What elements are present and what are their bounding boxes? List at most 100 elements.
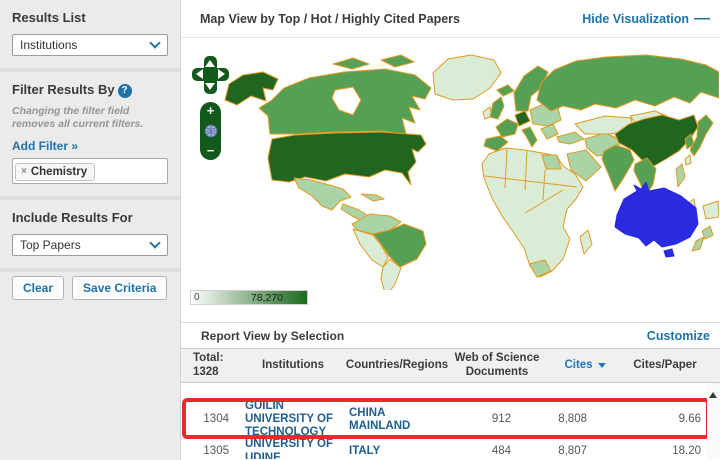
country-madagascar <box>580 230 592 254</box>
map-header: Map View by Top / Hot / Highly Cited Pap… <box>181 0 720 38</box>
collapse-icon[interactable]: — <box>694 10 710 27</box>
country-australia-selected <box>615 182 698 247</box>
globe-icon[interactable] <box>204 124 218 138</box>
table-row-partial[interactable]: UNIVERSITY <box>181 383 720 400</box>
results-list-value: Institutions <box>20 38 77 52</box>
cites-cell: 8,808 <box>547 400 623 440</box>
pan-left-icon[interactable] <box>196 69 203 79</box>
table-row-1304[interactable]: 1304 GUILIN UNIVERSITY OF TECHNOLOGY CHI… <box>181 400 720 438</box>
filter-heading: Filter Results By? <box>12 82 168 98</box>
country-turkey <box>557 132 584 144</box>
institution-link[interactable]: UNIVERSITY <box>239 383 347 400</box>
clear-button[interactable]: Clear <box>12 276 64 300</box>
results-list-section: Results List Institutions <box>0 0 180 68</box>
country-usa-alaska <box>225 72 278 105</box>
zoom-out-button[interactable]: − <box>207 145 215 157</box>
country-uk <box>490 97 504 119</box>
cites-cell: 8,807 <box>547 438 623 459</box>
customize-link[interactable]: Customize <box>647 329 710 343</box>
country-philippines <box>676 164 685 187</box>
country-france <box>496 119 518 137</box>
map-title: Map View by Top / Hot / Highly Cited Pap… <box>200 12 460 26</box>
include-results-dropdown[interactable]: Top Papers <box>12 234 168 256</box>
country-italy <box>522 127 537 147</box>
include-results-heading: Include Results For <box>12 210 168 225</box>
filter-section: Filter Results By? Changing the filter f… <box>0 72 180 196</box>
legend-max-label: 78,270 <box>251 292 283 304</box>
institution-link[interactable]: GUILIN UNIVERSITY OF TECHNOLOGY <box>239 400 347 440</box>
include-results-value: Top Papers <box>20 238 81 252</box>
sort-desc-icon[interactable] <box>598 363 606 368</box>
pan-right-icon[interactable] <box>218 69 225 79</box>
arctic-island <box>381 55 414 67</box>
chip-label: Chemistry <box>31 166 87 178</box>
results-table-body: UNIVERSITY 1304 GUILIN UNIVERSITY OF TEC… <box>181 383 720 459</box>
country-india <box>602 145 634 191</box>
include-results-section: Include Results For Top Papers <box>0 200 180 268</box>
report-title: Report View by Selection <box>201 329 344 343</box>
filter-sidebar: Results List Institutions Filter Results… <box>0 0 181 460</box>
cites-per-paper-cell: 18.20 <box>623 438 707 459</box>
col-cites-paper: Cites/Paper <box>623 349 707 382</box>
map-visualization: + − <box>181 38 720 322</box>
map-zoom-control[interactable]: + − <box>200 102 221 160</box>
pan-down-icon[interactable] <box>205 83 215 90</box>
results-list-dropdown[interactable]: Institutions <box>12 34 168 56</box>
report-header: Report View by Selection Customize <box>181 322 720 348</box>
documents-cell: 912 <box>447 400 547 440</box>
country-taiwan <box>685 155 691 165</box>
total-value: 1328 <box>193 366 219 379</box>
main-panel: Map View by Top / Hot / Highly Cited Pap… <box>181 0 720 460</box>
country-link[interactable]: ITALY <box>347 438 447 459</box>
country-greenland <box>433 55 501 100</box>
chevron-down-icon <box>149 37 160 48</box>
country-iceland <box>497 85 514 96</box>
legend-min-label: 0 <box>194 292 200 303</box>
add-filter-link[interactable]: Add Filter » <box>12 139 78 153</box>
filter-chips-box[interactable]: × Chemistry <box>12 158 168 184</box>
tasmania <box>664 249 674 257</box>
new-guinea <box>703 201 719 219</box>
documents-cell: 484 <box>447 438 547 459</box>
filter-chip-chemistry[interactable]: × Chemistry <box>15 163 95 181</box>
results-table-header: Total: 1328 Institutions Countries/Regio… <box>181 348 720 383</box>
rank-cell: 1304 <box>181 400 239 440</box>
col-cites-sort[interactable]: Cites <box>547 349 623 382</box>
filter-heading-label: Filter Results By <box>12 82 115 97</box>
page: Results List Institutions Filter Results… <box>0 0 720 460</box>
balkans <box>541 124 558 139</box>
cites-per-paper-cell: 9.66 <box>623 400 707 440</box>
africa <box>482 148 583 277</box>
criteria-buttons: Clear Save Criteria <box>0 272 180 312</box>
arctic-island <box>333 58 369 69</box>
scroll-up-icon[interactable] <box>709 392 717 398</box>
total-header: Total: 1328 <box>181 349 239 382</box>
total-label: Total: <box>193 352 223 365</box>
filter-note: Changing the filter field removes all cu… <box>12 105 168 131</box>
caribbean <box>361 194 384 201</box>
institution-link[interactable]: UNIVERSITY OF UDINE <box>239 438 347 459</box>
col-institutions: Institutions <box>239 349 347 382</box>
country-link[interactable]: CHINA MAINLAND <box>347 400 447 440</box>
results-list-heading: Results List <box>12 10 168 25</box>
world-map[interactable] <box>185 38 719 290</box>
country-russia <box>537 55 719 111</box>
col-countries: Countries/Regions <box>347 349 447 382</box>
table-row-1305[interactable]: 1305 UNIVERSITY OF UDINE ITALY 484 8,807… <box>181 438 720 459</box>
pan-up-icon[interactable] <box>205 60 215 67</box>
help-icon[interactable]: ? <box>118 84 132 98</box>
hide-visualization-link[interactable]: Hide Visualization <box>582 12 689 26</box>
rank-cell: 1305 <box>181 438 239 459</box>
remove-chip-icon[interactable]: × <box>21 166 27 177</box>
map-pan-control[interactable] <box>192 56 229 94</box>
zoom-in-button[interactable]: + <box>207 105 215 117</box>
col-cites-label[interactable]: Cites <box>564 359 592 372</box>
map-color-legend: 0 78,270 <box>190 290 308 305</box>
col-documents: Web of Science Documents <box>447 349 547 382</box>
chevron-down-icon <box>149 237 160 248</box>
table-scrollbar[interactable] <box>707 383 720 459</box>
country-usa <box>268 132 426 185</box>
save-criteria-button[interactable]: Save Criteria <box>72 276 167 300</box>
hide-visualization[interactable]: Hide Visualization — <box>582 10 710 28</box>
country-new-zealand-south <box>692 237 704 251</box>
